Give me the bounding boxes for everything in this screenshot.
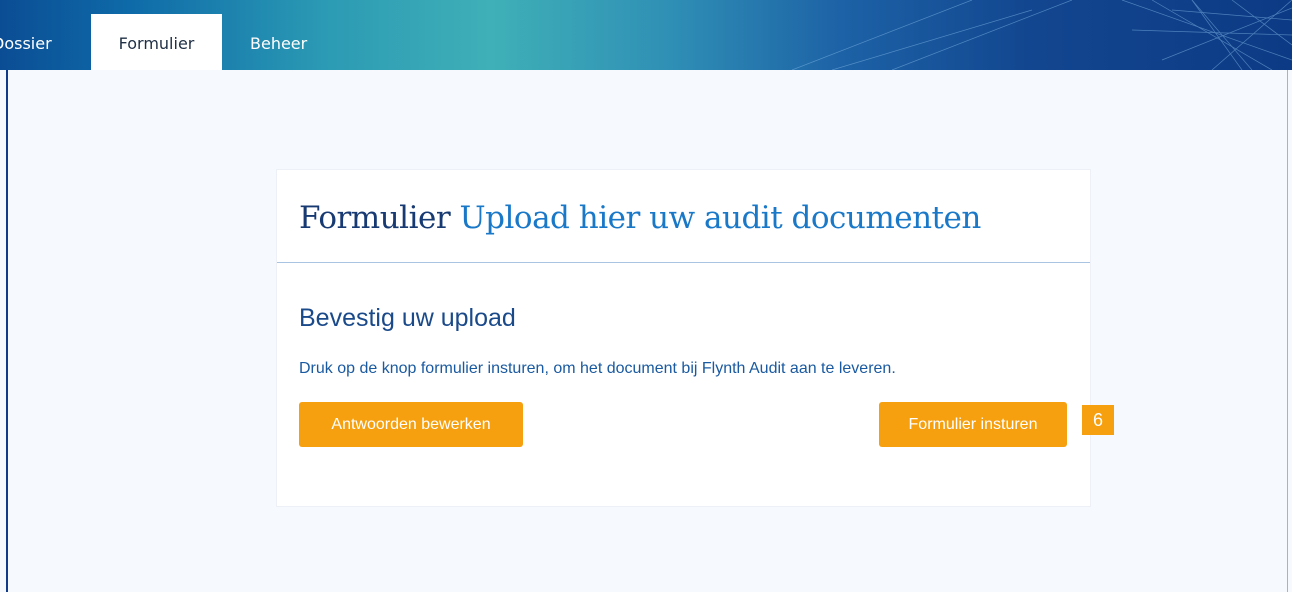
tab-beheer[interactable]: Beheer — [250, 14, 330, 70]
page-subtitle: Upload hier uw audit documenten — [459, 200, 982, 236]
tab-dossier-label: Dossier — [0, 34, 52, 53]
section-title: Bevestig uw upload — [299, 304, 516, 332]
page-title: Formulier — [299, 200, 451, 236]
tab-dossier[interactable]: Dossier — [0, 14, 80, 70]
tab-formulier[interactable]: Formulier — [91, 14, 222, 70]
upload-confirmation-card: Formulier Upload hier uw audit documente… — [277, 170, 1114, 506]
tab-beheer-label: Beheer — [250, 34, 308, 53]
page: Dossier Formulier Beheer Formulier Uploa… — [0, 0, 1292, 592]
tab-formulier-label: Formulier — [118, 34, 195, 53]
instruction-text: Druk op de knop formulier insturen, om h… — [299, 360, 896, 377]
network-lines-decoration — [791, 0, 1292, 70]
submit-form-button[interactable]: Formulier insturen — [879, 402, 1067, 447]
card-header: Formulier Upload hier uw audit documente… — [277, 170, 1090, 263]
edit-answers-button[interactable]: Antwoorden bewerken — [299, 402, 523, 447]
top-navigation: Dossier Formulier Beheer — [0, 0, 1292, 70]
step-badge: 6 — [1082, 405, 1114, 435]
